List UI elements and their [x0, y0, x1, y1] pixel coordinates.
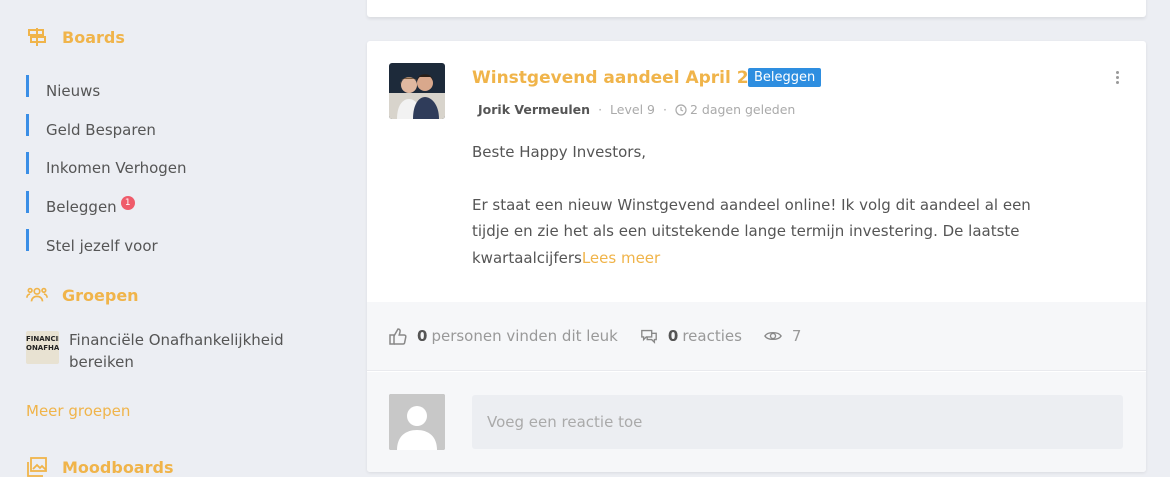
- moodboards-heading[interactable]: Moodboards: [26, 456, 173, 477]
- users-icon: [26, 287, 48, 302]
- author-avatar[interactable]: [389, 63, 445, 119]
- sidebar: Boards Nieuws Geld Besparen Inkomen Verh…: [0, 0, 350, 477]
- comments-button[interactable]: 0 reacties: [640, 327, 742, 345]
- post-greeting: Beste Happy Investors,: [472, 143, 647, 161]
- comment-row: [367, 372, 1146, 472]
- read-more-link[interactable]: Lees meer: [582, 249, 660, 267]
- post-time: 2 dagen geleden: [689, 102, 796, 117]
- sidebar-item-geld-besparen[interactable]: Geld Besparen: [26, 111, 187, 150]
- board-label: Stel jezelf voor: [46, 236, 158, 255]
- post-body: Beste Happy Investors, Er staat een nieu…: [472, 139, 1072, 271]
- category-tag[interactable]: Beleggen: [748, 68, 822, 87]
- comments-icon: [641, 329, 657, 344]
- post-stats-bar: 0 personen vinden dit leuk 0 reacties 7: [367, 302, 1146, 371]
- board-label: Nieuws: [46, 82, 101, 101]
- separator: ·: [662, 102, 667, 117]
- boards-heading[interactable]: Boards: [26, 26, 125, 48]
- group-name: Financiële Onafhankelijkheid bereiken: [69, 331, 284, 371]
- user-avatar: [389, 394, 445, 450]
- signpost-icon: [28, 28, 46, 46]
- post-meta: Jorik Vermeulen · Level 9 · 2 dagen gele…: [478, 102, 795, 117]
- board-label: Inkomen Verhogen: [46, 159, 187, 178]
- likes-label: personen vinden dit leuk: [431, 327, 618, 345]
- sidebar-item-inkomen-verhogen[interactable]: Inkomen Verhogen: [26, 149, 187, 188]
- more-groups-link[interactable]: Meer groepen: [26, 402, 130, 420]
- board-list: Nieuws Geld Besparen Inkomen Verhogen Be…: [26, 72, 187, 265]
- author-name[interactable]: Jorik Vermeulen: [478, 102, 590, 117]
- board-label: Geld Besparen: [46, 120, 156, 139]
- group-item[interactable]: FINANCIËLE ONAFHANKELIJK Financiële Onaf…: [26, 331, 309, 373]
- image-gallery-icon: [27, 457, 47, 477]
- sidebar-item-stel-jezelf-voor[interactable]: Stel jezelf voor: [26, 226, 187, 265]
- thumbs-up-icon: [389, 328, 407, 345]
- views-stat: 7: [764, 327, 802, 345]
- post-title[interactable]: Winstgevend aandeel April 2021: [472, 68, 784, 88]
- post-excerpt-text: Er staat een nieuw Winstgevend aandeel o…: [472, 195, 1031, 267]
- groups-heading[interactable]: Groepen: [26, 284, 139, 306]
- like-button[interactable]: 0 personen vinden dit leuk: [389, 327, 618, 345]
- post-card: Winstgevend aandeel April 2021 Beleggen …: [367, 41, 1146, 472]
- group-thumbnail: FINANCIËLE ONAFHANKELIJK: [26, 331, 59, 364]
- notification-badge: 1: [120, 196, 135, 211]
- post-excerpt: Er staat een nieuw Winstgevend aandeel o…: [472, 192, 1072, 272]
- previous-post-card: [367, 0, 1146, 17]
- sidebar-item-nieuws[interactable]: Nieuws: [26, 72, 187, 111]
- group-thumb-text: FINANCIËLE ONAFHANKELIJK: [26, 335, 59, 352]
- comment-input[interactable]: [472, 395, 1123, 449]
- sidebar-item-beleggen[interactable]: Beleggen 1: [26, 188, 187, 227]
- more-options-icon[interactable]: [1116, 71, 1120, 84]
- moodboards-title: Moodboards: [62, 457, 174, 477]
- groups-title: Groepen: [62, 285, 139, 305]
- boards-title: Boards: [62, 27, 125, 47]
- separator: ·: [598, 102, 603, 117]
- views-count: 7: [791, 327, 802, 345]
- board-label: Beleggen: [46, 198, 117, 217]
- author-level: Level 9: [610, 102, 655, 117]
- clock-icon: [675, 103, 687, 116]
- comments-count: 0: [667, 327, 679, 345]
- eye-icon: [764, 331, 782, 341]
- likes-count: 0: [417, 327, 428, 345]
- comments-label: reacties: [682, 327, 742, 345]
